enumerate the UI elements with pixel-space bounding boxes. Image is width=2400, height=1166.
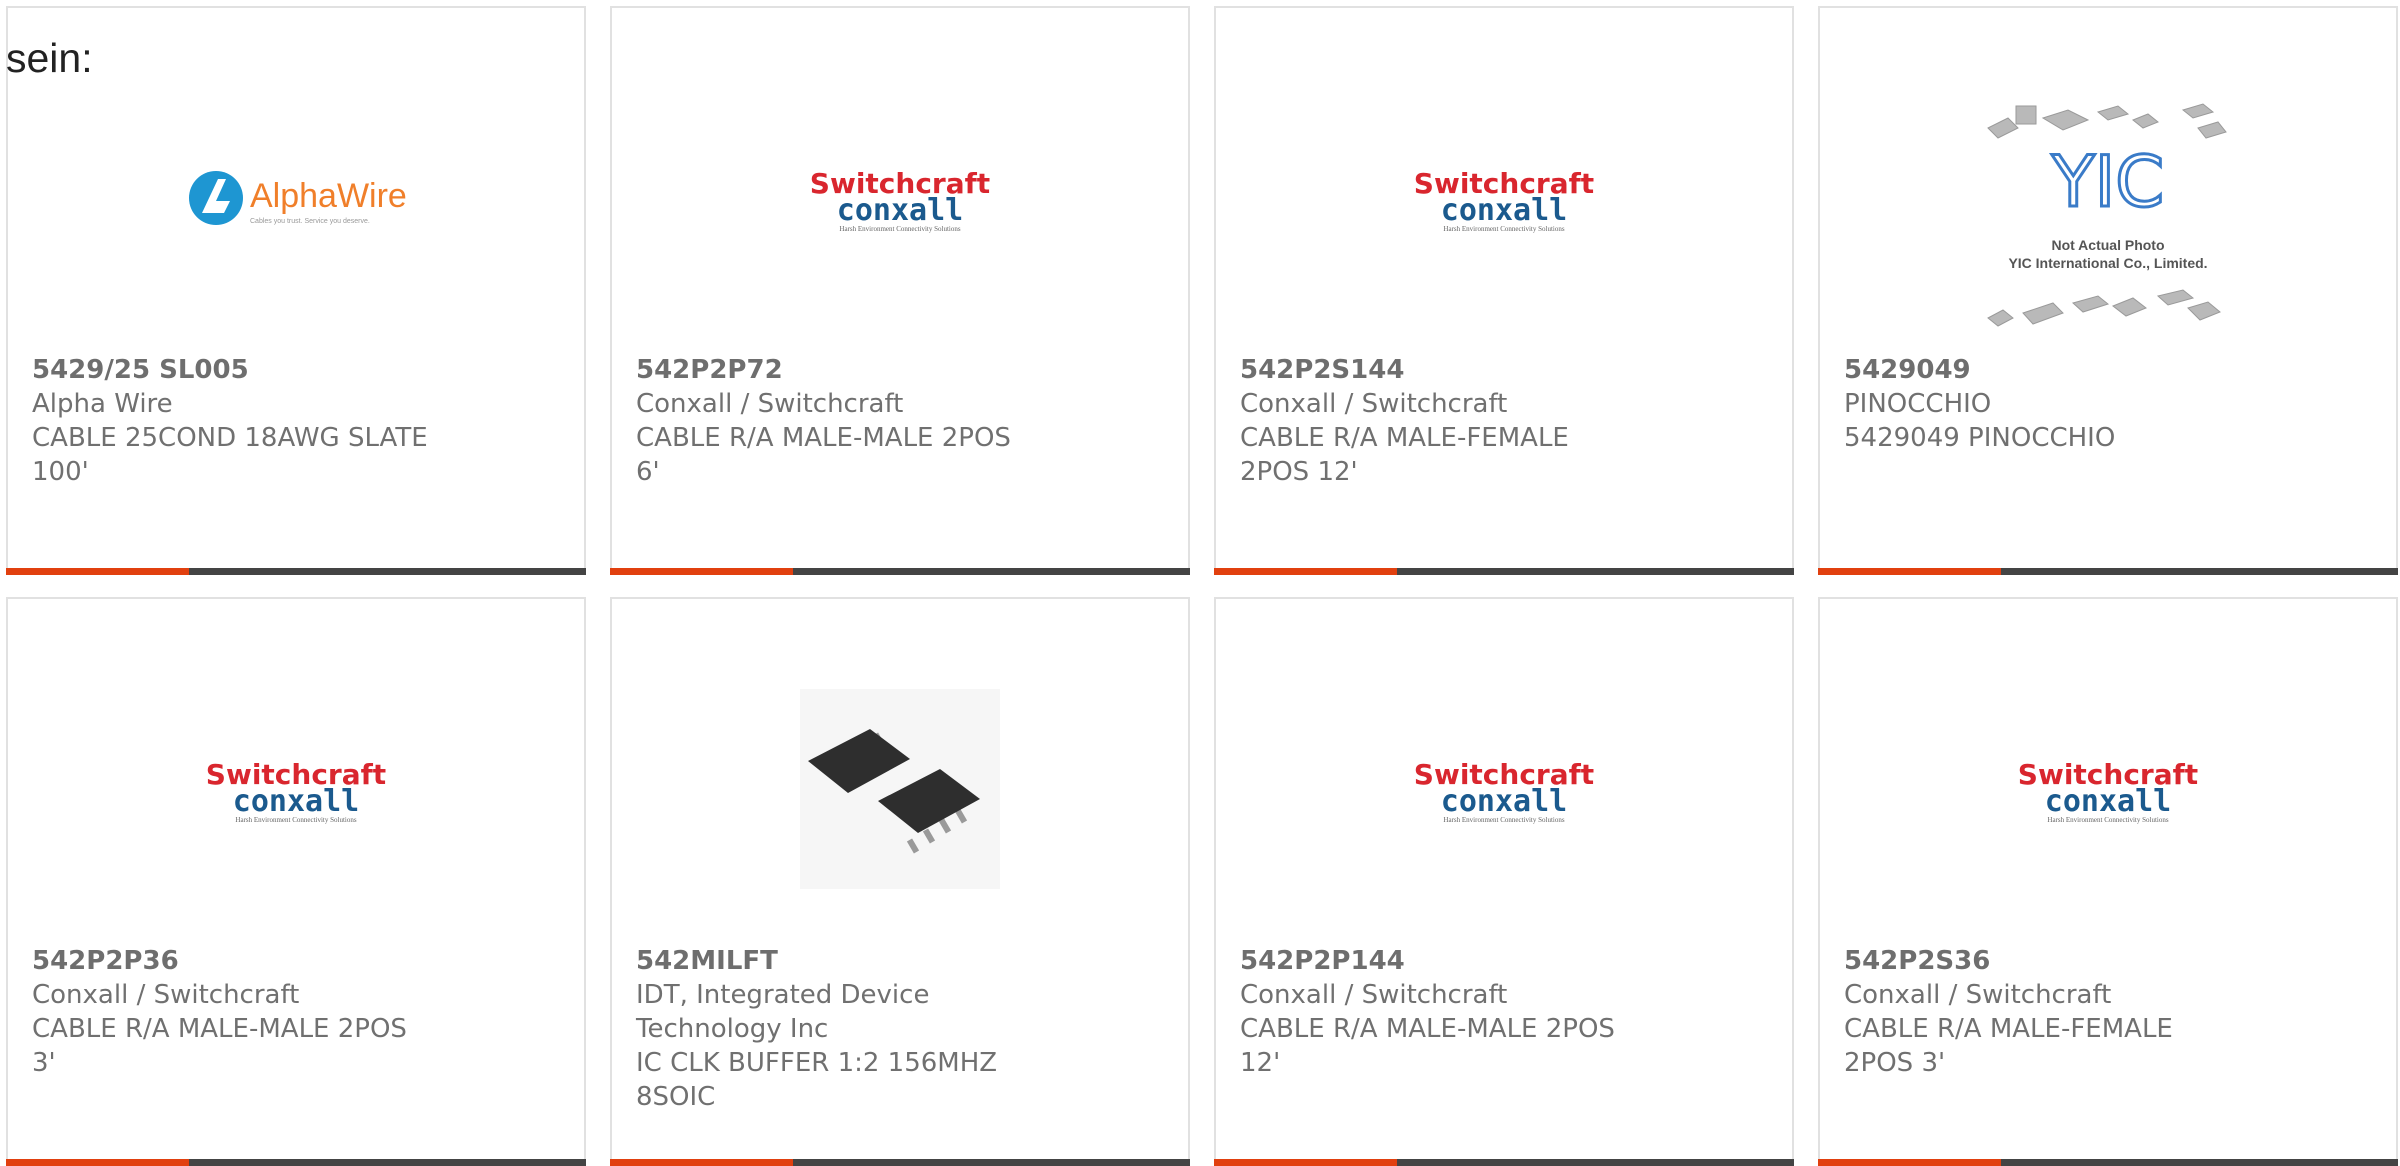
soic-chip-photo <box>612 679 1188 899</box>
svg-text:conxall: conxall <box>2045 784 2171 819</box>
svg-text:conxall: conxall <box>1441 193 1567 228</box>
card-progress-bar <box>1214 568 1794 575</box>
switchcraft-conxall-logo: Switchcraft conxall Harsh Environment Co… <box>612 88 1188 308</box>
product-card[interactable]: Switchcraft conxall Harsh Environment Co… <box>610 6 1190 575</box>
part-number[interactable]: 542MILFT <box>636 944 1036 978</box>
alphawire-logo: AlphaWire Cables you trust. Service you … <box>8 88 584 308</box>
switchcraft-conxall-logo: Switchcraft conxall Harsh Environment Co… <box>1216 88 1792 308</box>
svg-text:Cables you trust. Service you: Cables you trust. Service you deserve. <box>250 218 370 225</box>
manufacturer: Alpha Wire <box>32 389 173 419</box>
part-number[interactable]: 542P2P72 <box>636 353 1036 387</box>
switchcraft-conxall-logo: Switchcraft conxall Harsh Environment Co… <box>1820 679 2396 899</box>
svg-text:Harsh Environment Connectivity: Harsh Environment Connectivity Solutions <box>2047 816 2168 824</box>
description: CABLE R/A MALE-MALE 2POS 6' <box>636 423 1011 487</box>
product-card[interactable]: Switchcraft conxall Harsh Environment Co… <box>1818 597 2398 1166</box>
part-number[interactable]: 542P2P144 <box>1240 944 1640 978</box>
manufacturer: Conxall / Switchcraft <box>636 389 904 419</box>
part-number[interactable]: 5429049 <box>1844 353 2244 387</box>
svg-text:AlphaWire: AlphaWire <box>250 177 406 215</box>
manufacturer: IDT, Integrated Device Technology Inc <box>636 980 930 1044</box>
card-progress-bar <box>1818 568 2398 575</box>
description: CABLE R/A MALE-FEMALE 2POS 12' <box>1240 423 1569 487</box>
svg-text:Not Actual Photo: Not Actual Photo <box>2051 237 2164 253</box>
description: CABLE R/A MALE-MALE 2POS 12' <box>1240 1014 1615 1078</box>
description: IC CLK BUFFER 1:2 156MHZ 8SOIC <box>636 1048 998 1112</box>
description: 5429049 PINOCCHIO <box>1844 423 2116 453</box>
svg-text:YIC International Co., Limited: YIC International Co., Limited. <box>2008 255 2207 271</box>
switchcraft-conxall-logo: Switchcraft conxall Harsh Environment Co… <box>1216 679 1792 899</box>
yic-not-actual-photo: YIC Not Actual Photo YIC International C… <box>1820 98 2396 348</box>
card-progress-bar <box>1214 1159 1794 1166</box>
description: CABLE R/A MALE-MALE 2POS 3' <box>32 1014 407 1078</box>
svg-text:Harsh Environment Connectivity: Harsh Environment Connectivity Solutions <box>1443 225 1564 233</box>
manufacturer: PINOCCHIO <box>1844 389 1992 419</box>
svg-text:Harsh Environment Connectivity: Harsh Environment Connectivity Solutions <box>1443 816 1564 824</box>
card-progress-bar <box>1818 1159 2398 1166</box>
product-card[interactable]: Switchcraft conxall Harsh Environment Co… <box>1214 597 1794 1166</box>
lead-text: sein: <box>6 35 93 81</box>
product-card[interactable]: AlphaWire Cables you trust. Service you … <box>6 6 586 575</box>
card-progress-bar <box>610 1159 1190 1166</box>
product-card[interactable]: 542MILFT IDT, Integrated Device Technolo… <box>610 597 1190 1166</box>
description: CABLE R/A MALE-FEMALE 2POS 3' <box>1844 1014 2173 1078</box>
card-progress-bar <box>6 1159 586 1166</box>
part-number[interactable]: 542P2S36 <box>1844 944 2244 978</box>
product-card[interactable]: Switchcraft conxall Harsh Environment Co… <box>1214 6 1794 575</box>
svg-text:Harsh Environment Connectivity: Harsh Environment Connectivity Solutions <box>235 816 356 824</box>
svg-text:conxall: conxall <box>1441 784 1567 819</box>
svg-text:conxall: conxall <box>837 193 963 228</box>
description: CABLE 25COND 18AWG SLATE 100' <box>32 423 428 487</box>
manufacturer: Conxall / Switchcraft <box>32 980 300 1010</box>
switchcraft-conxall-logo: Switchcraft conxall Harsh Environment Co… <box>8 679 584 899</box>
svg-text:conxall: conxall <box>233 784 359 819</box>
product-card[interactable]: Switchcraft conxall Harsh Environment Co… <box>6 597 586 1166</box>
part-number[interactable]: 5429/25 SL005 <box>32 353 432 387</box>
card-progress-bar <box>610 568 1190 575</box>
svg-text:YIC: YIC <box>2051 141 2164 223</box>
svg-text:Harsh Environment Connectivity: Harsh Environment Connectivity Solutions <box>839 225 960 233</box>
part-number[interactable]: 542P2S144 <box>1240 353 1640 387</box>
manufacturer: Conxall / Switchcraft <box>1240 980 1508 1010</box>
manufacturer: Conxall / Switchcraft <box>1240 389 1508 419</box>
manufacturer: Conxall / Switchcraft <box>1844 980 2112 1010</box>
product-card[interactable]: YIC Not Actual Photo YIC International C… <box>1818 6 2398 575</box>
part-number[interactable]: 542P2P36 <box>32 944 432 978</box>
card-progress-bar <box>6 568 586 575</box>
